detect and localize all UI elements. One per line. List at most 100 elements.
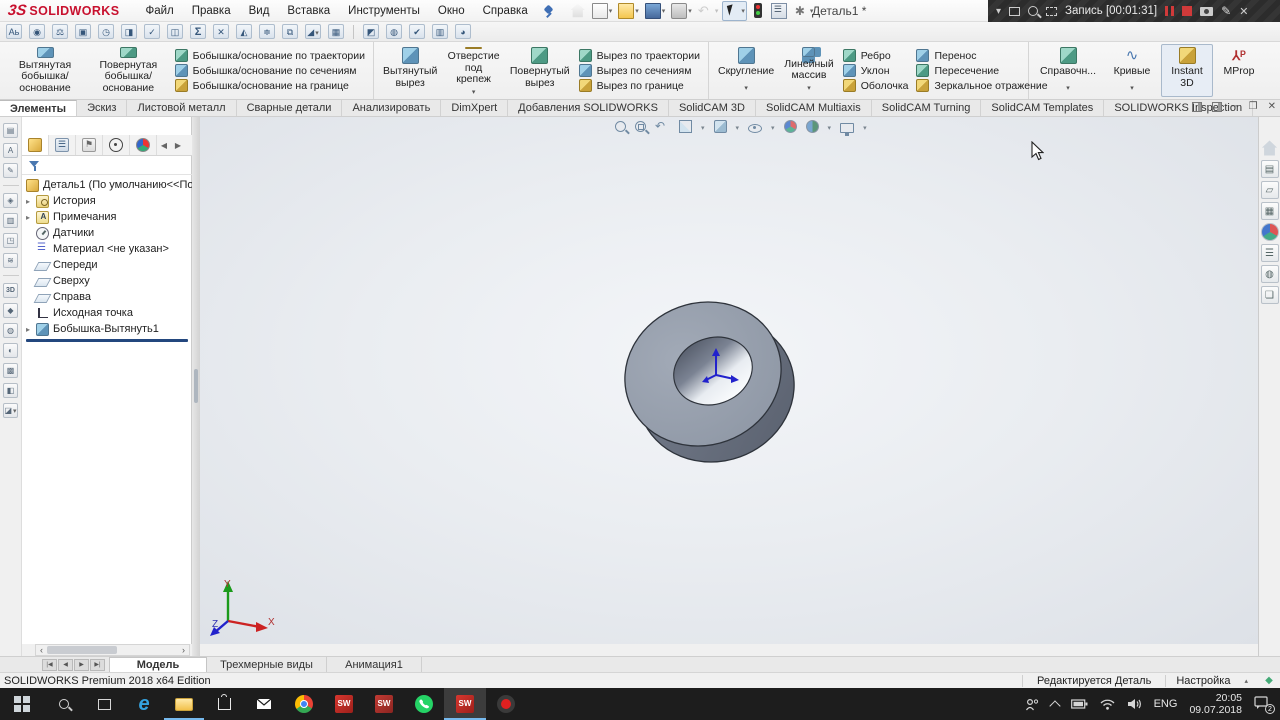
chrome-button[interactable] — [284, 688, 324, 720]
hide-show-items-icon[interactable] — [748, 124, 762, 133]
tab-dimxpert[interactable]: DimXpert — [441, 100, 508, 116]
dropdown-caret-icon[interactable] — [1066, 82, 1070, 95]
forum-icon[interactable]: ◍ — [1261, 265, 1279, 283]
tab-solidcam-3d[interactable]: SolidCAM 3D — [669, 100, 756, 116]
solidworks-2018-active-button[interactable]: SW — [444, 688, 486, 720]
tree-item-origin[interactable]: Исходная точка — [22, 305, 192, 321]
wifi-icon[interactable] — [1100, 699, 1115, 710]
revolved-boss-button[interactable]: Повернутая бобышка/основание — [86, 44, 171, 97]
close-button[interactable]: ✕ — [1268, 101, 1276, 112]
expand-arrow-icon[interactable]: ▸ — [26, 325, 36, 334]
tray-expand-chevron-icon[interactable] — [1049, 700, 1060, 711]
curvature-tool-icon[interactable]: ≑ — [259, 24, 275, 39]
design-checker-tool-icon[interactable]: ◉ — [29, 24, 45, 39]
tab-evaluate[interactable]: Анализировать — [342, 100, 441, 116]
taskbar-search-button[interactable] — [44, 688, 84, 720]
shell-button[interactable]: Оболочка — [843, 79, 909, 92]
swept-boss-button[interactable]: Бобышка/основание по траектории — [175, 49, 365, 62]
tree-h-scrollbar[interactable]: ‹ › — [35, 644, 190, 656]
mprop-button[interactable]: ⅄ᴾ MProp — [1213, 44, 1265, 97]
schedule-render-tool-icon[interactable]: ✔ — [409, 24, 425, 39]
file-properties-button[interactable] — [769, 1, 789, 21]
property-manager-tab[interactable] — [49, 135, 76, 155]
pane-right-icon[interactable] — [1212, 102, 1222, 112]
boundary-cut-button[interactable]: Вырез по границе — [579, 79, 700, 92]
dropdown-caret-icon[interactable] — [744, 82, 748, 95]
dropdown-caret-icon[interactable] — [701, 121, 705, 133]
lofted-cut-button[interactable]: Вырез по сечениям — [579, 64, 700, 77]
deviation-analysis-tool-icon[interactable]: ✕ — [213, 24, 229, 39]
task-view-button[interactable] — [84, 688, 124, 720]
model-washer[interactable] — [560, 232, 860, 532]
pin-menu-icon[interactable] — [542, 5, 554, 17]
recorder-draw-button[interactable] — [1221, 4, 1231, 18]
restore-button[interactable]: ❐ — [1249, 101, 1258, 112]
dropdown-caret-icon[interactable] — [472, 86, 476, 99]
zoom-to-fit-icon[interactable] — [615, 121, 626, 132]
dropdown-caret-icon[interactable] — [807, 82, 811, 95]
previous-view-icon[interactable]: ↶ — [655, 119, 670, 134]
tab-scroll-right-icon[interactable]: ▶ — [171, 135, 185, 155]
tree-item-material[interactable]: Материал <не указан> — [22, 241, 192, 257]
language-indicator[interactable]: ENG — [1154, 698, 1178, 710]
integrated-preview-tool-icon[interactable]: ◍ — [386, 24, 402, 39]
feature-tree-tab[interactable] — [22, 135, 49, 155]
side-tool-icon[interactable]: ◳ — [3, 233, 18, 248]
menu-help[interactable]: Справка — [483, 5, 528, 17]
side-tool-icon[interactable]: ✎ — [3, 163, 18, 178]
render-tool-icon[interactable]: ◩ — [363, 24, 379, 39]
mirror-button[interactable]: Зеркальное отражение — [916, 79, 1047, 92]
save-button[interactable] — [643, 1, 668, 21]
side-tool-icon[interactable]: ◆ — [3, 303, 18, 318]
menu-insert[interactable]: Вставка — [287, 5, 330, 17]
linear-pattern-button[interactable]: Линейный массив — [779, 44, 838, 97]
tree-item-sensors[interactable]: Датчики — [22, 225, 192, 241]
design-library-icon[interactable]: ▤ — [1261, 160, 1279, 178]
side-tool-icon[interactable]: A — [3, 143, 18, 158]
recorder-screenshot-button[interactable] — [1200, 7, 1213, 16]
check-tool-icon[interactable]: ✓ — [144, 24, 160, 39]
side-tool-icon[interactable]: ◍ — [3, 323, 18, 338]
dropdown-caret-icon[interactable] — [736, 121, 740, 133]
recorder-stop-button[interactable] — [1182, 6, 1192, 16]
print-button[interactable] — [669, 1, 694, 21]
scroll-thumb[interactable] — [47, 646, 117, 654]
tree-item-front-plane[interactable]: Спереди — [22, 257, 192, 273]
chat-icon[interactable]: ❏ — [1261, 286, 1279, 304]
tab-sketch[interactable]: Эскиз — [77, 100, 127, 116]
side-tool-icon[interactable]: ▤ — [3, 123, 18, 138]
export-excel-tool-icon[interactable]: ▦ — [328, 24, 344, 39]
side-tool-icon[interactable]: ≋ — [3, 253, 18, 268]
volume-icon[interactable] — [1127, 698, 1142, 710]
side-tool-icon[interactable]: ◪ — [3, 403, 18, 418]
spellcheck-tool-icon[interactable]: Aь — [6, 24, 22, 39]
tab-animation1[interactable]: Анимация1 — [327, 657, 422, 672]
zoom-to-area-icon[interactable] — [635, 121, 646, 132]
compare-docs-tool-icon[interactable]: ⧉ — [282, 24, 298, 39]
move-button[interactable]: Перенос — [916, 49, 1047, 62]
recorder-app-button[interactable] — [486, 688, 526, 720]
section-view-icon[interactable] — [679, 120, 692, 133]
display-manager-tab[interactable] — [130, 135, 157, 155]
tree-item-boss-extrude[interactable]: ▸Бобышка-Вытянуть1 — [22, 321, 192, 337]
nav-first-button[interactable]: |◀ — [42, 659, 57, 671]
hole-wizard-button[interactable]: Отверстие под крепеж — [442, 44, 505, 97]
tab-sheet-metal[interactable]: Листовой металл — [127, 100, 236, 116]
graphics-viewport[interactable]: ↶ — [200, 117, 1258, 644]
file-explorer-icon[interactable]: ▱ — [1261, 181, 1279, 199]
fillet-button[interactable]: Скругление — [713, 44, 779, 97]
tree-root[interactable]: Деталь1 (По умолчанию<<По — [22, 177, 192, 193]
configuration-manager-tab[interactable] — [76, 135, 103, 155]
action-center-button[interactable]: 2 — [1254, 696, 1272, 712]
open-button[interactable] — [616, 1, 641, 21]
menu-view[interactable]: Вид — [249, 5, 270, 17]
clock[interactable]: 20:05 09.07.2018 — [1189, 692, 1242, 716]
side-tool-icon[interactable]: ◧ — [3, 383, 18, 398]
side-tool-icon[interactable]: ▥ — [3, 213, 18, 228]
macro-tool-icon[interactable]: ◢ — [305, 24, 321, 39]
expand-arrow-icon[interactable]: ▸ — [26, 197, 36, 206]
swept-cut-button[interactable]: Вырез по траектории — [579, 49, 700, 62]
start-button[interactable] — [0, 688, 44, 720]
view-settings-icon[interactable] — [840, 123, 854, 133]
solidworks-2018-button[interactable]: SW — [324, 688, 364, 720]
